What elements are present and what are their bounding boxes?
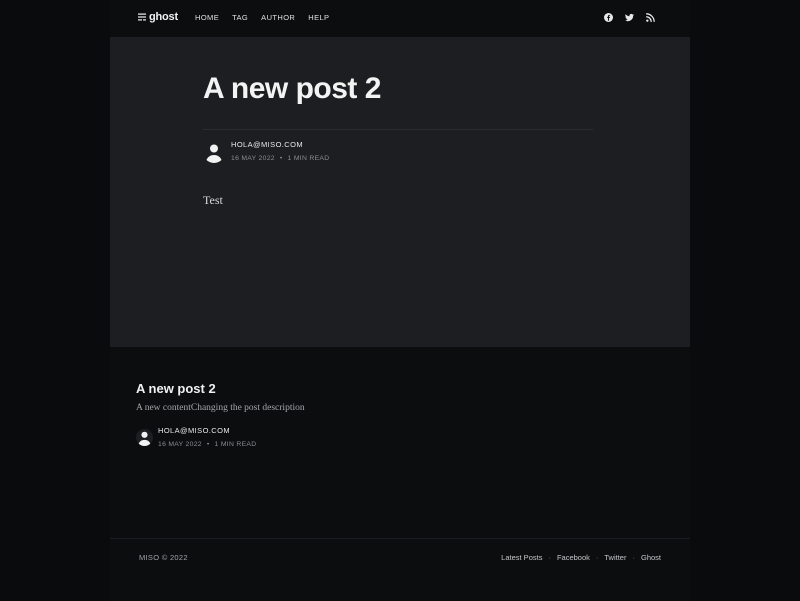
footer-link-latest-posts[interactable]: Latest Posts [501, 553, 542, 562]
nav-help[interactable]: HELP [308, 13, 329, 22]
page-container: ghost HOME TAG AUTHOR HELP A new post 2 [110, 0, 690, 601]
title-divider [203, 129, 593, 130]
post-date-line: 16 MAY 2022 • 1 MIN READ [231, 155, 329, 162]
post-title: A new post 2 [203, 72, 381, 105]
related-author-name[interactable]: HOLA@MISO.COM [158, 425, 256, 436]
related-read-time: 1 MIN READ [214, 441, 257, 448]
nav-home[interactable]: HOME [195, 13, 219, 22]
related-date: 16 MAY 2022 [158, 441, 202, 448]
related-author-meta: HOLA@MISO.COM 16 MAY 2022 • 1 MIN READ [158, 425, 256, 450]
nav-author[interactable]: AUTHOR [261, 13, 295, 22]
related-date-line: 16 MAY 2022 • 1 MIN READ [158, 441, 256, 448]
related-posts: A new post 2 A new contentChanging the p… [110, 347, 690, 538]
meta-separator: • [279, 155, 283, 162]
footer-separator: · [595, 553, 599, 562]
main-nav: HOME TAG AUTHOR HELP [195, 13, 329, 22]
post-author-row: HOLA@MISO.COM 16 MAY 2022 • 1 MIN READ [203, 139, 329, 164]
author-avatar[interactable] [203, 140, 225, 163]
meta-separator: • [206, 441, 210, 448]
article-section: A new post 2 HOLA@MISO.COM 16 MAY 2022 • 1… [110, 37, 690, 347]
footer-separator: · [548, 553, 551, 562]
author-name[interactable]: HOLA@MISO.COM [231, 139, 329, 150]
related-author-avatar[interactable] [136, 429, 153, 446]
rss-icon[interactable] [646, 13, 655, 22]
post-date: 16 MAY 2022 [231, 155, 275, 162]
related-author-row: HOLA@MISO.COM 16 MAY 2022 • 1 MIN READ [136, 425, 256, 450]
site-footer: MISO © 2022 Latest Posts · Facebook · Tw… [110, 538, 690, 601]
footer-link-ghost[interactable]: Ghost [641, 553, 661, 562]
site-header: ghost HOME TAG AUTHOR HELP [110, 0, 690, 37]
related-post-excerpt[interactable]: A new contentChanging the post descripti… [136, 403, 305, 413]
footer-link-twitter[interactable]: Twitter [604, 553, 626, 562]
user-icon [206, 144, 222, 163]
twitter-icon[interactable] [625, 13, 634, 22]
facebook-icon[interactable] [604, 13, 613, 22]
social-links [604, 13, 655, 22]
site-logo[interactable]: ghost [138, 11, 178, 23]
logo-text: ghost [149, 11, 178, 23]
read-time: 1 MIN READ [287, 155, 330, 162]
footer-link-facebook[interactable]: Facebook [557, 553, 590, 562]
post-body: Test [203, 193, 223, 207]
related-post-title[interactable]: A new post 2 [136, 381, 216, 396]
copyright: MISO © 2022 [139, 553, 188, 562]
nav-tag[interactable]: TAG [232, 13, 248, 22]
user-icon [138, 431, 151, 446]
footer-separator: · [632, 553, 635, 562]
ghost-logo-icon [138, 13, 146, 21]
footer-links: Latest Posts · Facebook · Twitter · Ghos… [501, 553, 661, 562]
author-meta: HOLA@MISO.COM 16 MAY 2022 • 1 MIN READ [231, 139, 329, 164]
